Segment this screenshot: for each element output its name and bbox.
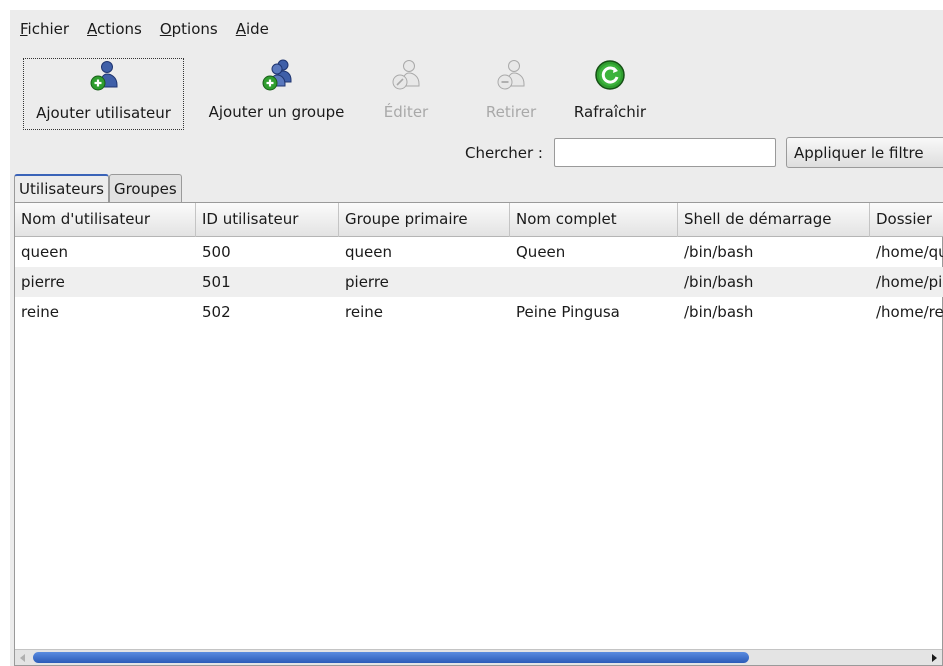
refresh-button[interactable]: Rafraîchir	[563, 58, 657, 130]
menu-actions[interactable]: Actions	[87, 20, 142, 38]
tab-bar: Utilisateurs Groupes	[14, 174, 182, 202]
table-header: Nom d'utilisateur ID utilisateur Groupe …	[15, 203, 943, 237]
user-remove-icon	[494, 58, 528, 92]
menu-fichier[interactable]: Fichier	[20, 20, 69, 38]
add-group-button[interactable]: Ajouter un groupe	[195, 58, 358, 130]
menubar: Fichier Actions Options Aide	[10, 10, 943, 48]
scrollbar-thumb[interactable]	[33, 652, 749, 663]
menu-label-rest: ctions	[97, 20, 142, 38]
cell-username: queen	[21, 243, 68, 261]
menu-label-rest: ichier	[27, 20, 70, 38]
column-header-user-id[interactable]: ID utilisateur	[196, 203, 339, 237]
table-row[interactable]: pierre 501 pierre /bin/bash /home/pierre	[15, 267, 943, 297]
cell-username: pierre	[21, 273, 65, 291]
remove-label: Retirer	[485, 103, 537, 121]
cell-primary-group: reine	[345, 303, 383, 321]
cell-home-dir: /home/reine	[876, 303, 943, 321]
tab-groupes[interactable]: Groupes	[108, 174, 182, 202]
toolbar: Ajouter utilisateur Ajouter un groupe Éd…	[10, 48, 943, 134]
menu-aide[interactable]: Aide	[236, 20, 269, 38]
add-group-label: Ajouter un groupe	[208, 103, 345, 121]
menu-label-rest: ide	[245, 20, 269, 38]
scroll-left-arrow-icon[interactable]	[15, 650, 31, 665]
table-row[interactable]: reine 502 reine Peine Pingusa /bin/bash …	[15, 297, 943, 327]
cell-full-name	[510, 267, 678, 297]
cell-user-id: 500	[202, 243, 231, 261]
column-header-login-shell[interactable]: Shell de démarrage	[678, 203, 870, 237]
group-add-icon	[260, 58, 294, 92]
menu-mnemonic: O	[159, 20, 172, 38]
users-table: Nom d'utilisateur ID utilisateur Groupe …	[14, 202, 943, 666]
search-bar: Chercher : Appliquer le filtre	[10, 134, 943, 172]
cell-user-id: 501	[202, 273, 231, 291]
add-user-label: Ajouter utilisateur	[36, 104, 171, 122]
menu-mnemonic: F	[20, 20, 28, 38]
cell-full-name: Peine Pingusa	[516, 303, 620, 321]
menu-mnemonic: A	[235, 20, 246, 38]
table-row[interactable]: queen 500 queen Queen /bin/bash /home/qu…	[15, 237, 943, 267]
remove-button[interactable]: Retirer	[476, 58, 546, 130]
search-label: Chercher :	[464, 144, 543, 162]
edit-button[interactable]: Éditer	[378, 58, 434, 130]
search-input[interactable]	[554, 138, 776, 167]
add-user-button[interactable]: Ajouter utilisateur	[23, 58, 184, 130]
refresh-label: Rafraîchir	[573, 103, 647, 121]
column-header-username[interactable]: Nom d'utilisateur	[15, 203, 196, 237]
tab-utilisateurs[interactable]: Utilisateurs	[14, 174, 109, 202]
user-add-icon	[87, 59, 121, 93]
column-header-full-name[interactable]: Nom complet	[510, 203, 678, 237]
column-header-home-dir[interactable]: Dossier	[870, 203, 943, 237]
horizontal-scrollbar[interactable]	[15, 649, 942, 665]
scroll-right-arrow-icon[interactable]	[926, 650, 942, 665]
user-edit-icon	[389, 58, 423, 92]
cell-username: reine	[21, 303, 59, 321]
refresh-icon	[593, 58, 627, 92]
menu-label-rest: ptions	[171, 20, 218, 38]
cell-home-dir: /home/queen	[876, 243, 943, 261]
cell-login-shell: /bin/bash	[684, 273, 754, 291]
cell-primary-group: pierre	[345, 273, 389, 291]
cell-home-dir: /home/pierre	[876, 273, 943, 291]
menu-options[interactable]: Options	[160, 20, 218, 38]
cell-user-id: 502	[202, 303, 231, 321]
cell-full-name: Queen	[516, 243, 566, 261]
edit-label: Éditer	[383, 103, 429, 121]
menu-mnemonic: A	[87, 20, 98, 38]
cell-login-shell: /bin/bash	[684, 243, 754, 261]
apply-filter-button[interactable]: Appliquer le filtre	[786, 137, 943, 168]
cell-login-shell: /bin/bash	[684, 303, 754, 321]
cell-primary-group: queen	[345, 243, 392, 261]
user-manager-window: Fichier Actions Options Aide Ajouter uti…	[10, 10, 943, 666]
column-header-primary-group[interactable]: Groupe primaire	[339, 203, 510, 237]
